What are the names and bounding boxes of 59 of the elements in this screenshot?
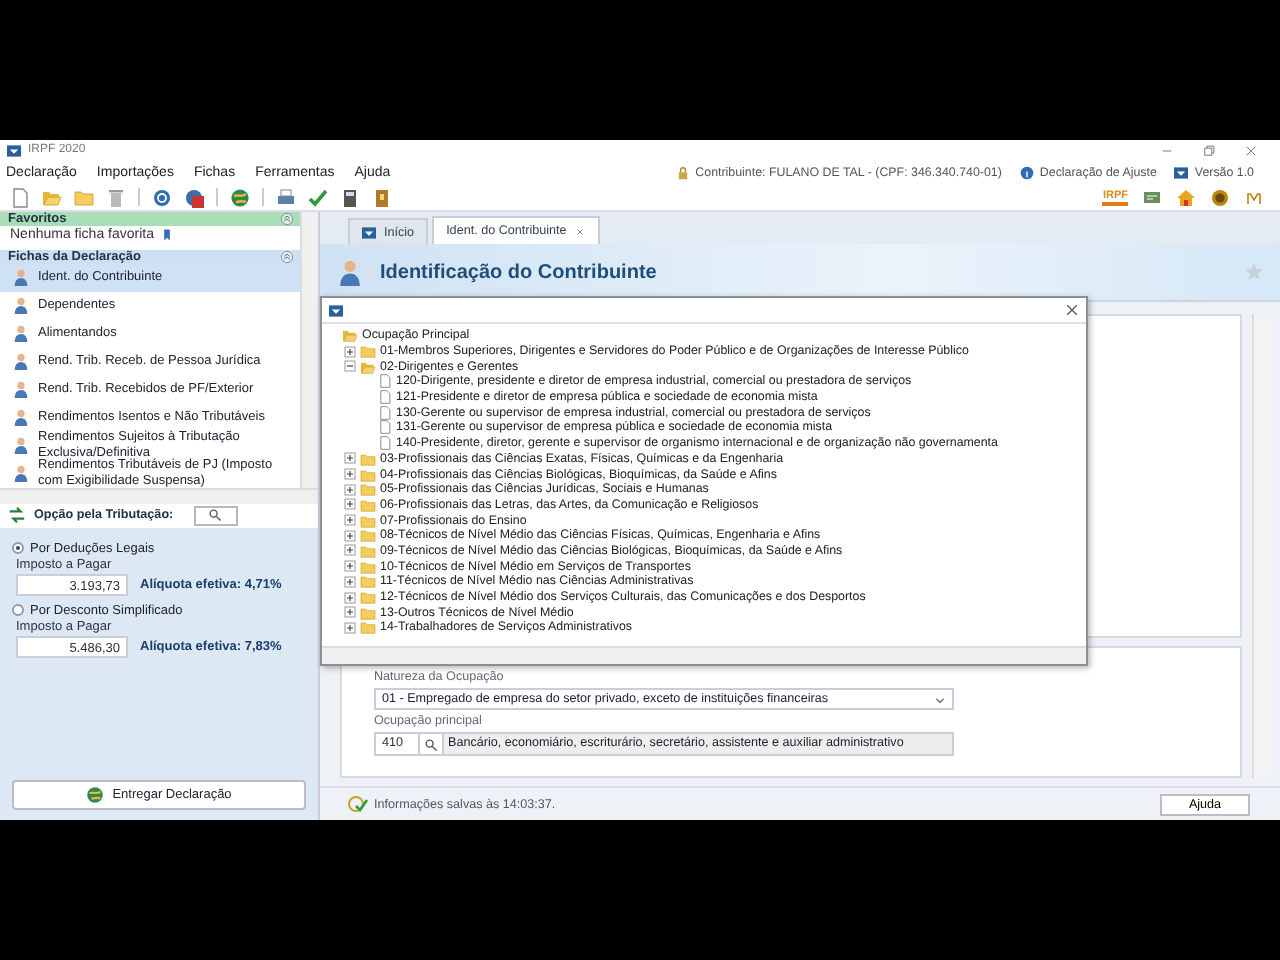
app-logo-icon [1174, 165, 1189, 179]
expand-icon[interactable] [344, 483, 356, 496]
expand-icon[interactable] [344, 560, 356, 573]
person-icon [12, 380, 30, 398]
print-icon[interactable] [276, 187, 296, 207]
expand-icon[interactable] [344, 544, 356, 557]
close-icon[interactable] [574, 225, 587, 237]
refresh-icon[interactable] [152, 187, 172, 207]
expand-icon[interactable] [344, 514, 356, 527]
expand-icon[interactable] [344, 498, 356, 511]
coin-icon[interactable] [1210, 187, 1230, 207]
saved-check-icon [348, 794, 368, 814]
collapse-icon[interactable] [280, 249, 294, 263]
expand-icon[interactable] [344, 621, 356, 634]
chevron-down-icon [934, 693, 946, 705]
collapse-icon[interactable] [280, 212, 294, 226]
app-logo-icon [362, 225, 376, 239]
trash-icon[interactable] [106, 187, 126, 207]
globe-icon [86, 786, 105, 804]
restore-icon[interactable] [1202, 143, 1216, 157]
search-icon [208, 508, 223, 522]
scrollbar[interactable] [0, 487, 318, 503]
person-icon [12, 268, 30, 286]
person-icon [12, 296, 30, 314]
calculator-icon[interactable] [340, 187, 360, 207]
expand-icon[interactable] [344, 345, 356, 358]
app-logo-icon [328, 303, 344, 317]
chat-icon[interactable] [1142, 187, 1162, 207]
expand-icon[interactable] [344, 575, 356, 588]
person-icon [12, 324, 30, 342]
home-icon[interactable] [1176, 187, 1196, 207]
checkmark-icon[interactable] [308, 187, 328, 207]
letter-m-icon[interactable] [1244, 187, 1264, 207]
person-icon [12, 464, 30, 482]
person-icon [12, 352, 30, 370]
close-icon[interactable] [1064, 302, 1080, 318]
radio-button[interactable] [12, 604, 24, 616]
expand-icon[interactable] [344, 591, 356, 604]
lock-icon [675, 165, 690, 179]
expand-icon[interactable] [344, 452, 356, 465]
collapse-icon[interactable] [344, 360, 356, 373]
scrollbar[interactable] [1252, 314, 1274, 778]
person-icon [12, 436, 30, 454]
expand-icon[interactable] [344, 529, 356, 542]
scrollbar[interactable] [322, 646, 1086, 664]
person-icon [12, 408, 30, 426]
star-icon[interactable] [1244, 262, 1264, 282]
expand-icon[interactable] [344, 468, 356, 481]
swap-arrows-icon [8, 506, 26, 524]
search-button[interactable] [193, 505, 238, 525]
info-circle-icon [1019, 165, 1034, 179]
new-document-icon[interactable] [10, 187, 30, 207]
expand-icon[interactable] [344, 606, 356, 619]
globe-icon[interactable] [230, 187, 250, 207]
close-icon[interactable] [1244, 143, 1258, 157]
radio-button[interactable] [12, 542, 24, 554]
book-icon[interactable] [372, 187, 392, 207]
scrollbar[interactable] [300, 212, 318, 487]
page-title: Identificação do Contribuinte [380, 261, 657, 283]
